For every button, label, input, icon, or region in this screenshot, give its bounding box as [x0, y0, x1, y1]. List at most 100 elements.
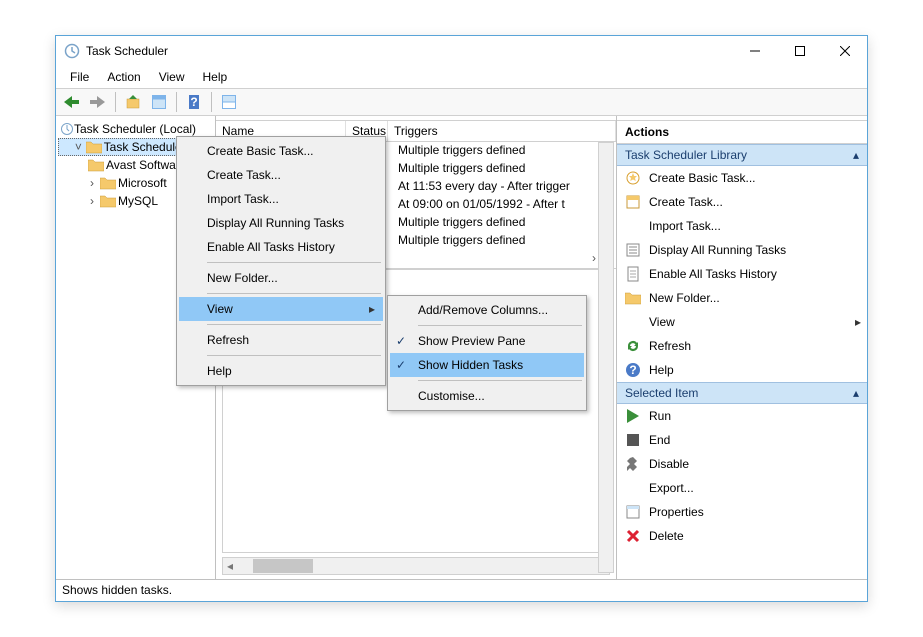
action-new-folder[interactable]: New Folder...	[617, 286, 867, 310]
panel-button[interactable]	[147, 90, 171, 114]
action-label: Properties	[649, 505, 704, 519]
none-icon	[625, 314, 641, 330]
ctx-view[interactable]: View ▸ Add/Remove Columns... ✓Show Previ…	[179, 297, 383, 321]
disable-icon	[625, 456, 641, 472]
action-import-task[interactable]: Import Task...	[617, 214, 867, 238]
action-display-all-running-tasks[interactable]: Display All Running Tasks	[617, 238, 867, 262]
task-scheduler-window: Task Scheduler File Action View Help ? T…	[55, 35, 868, 602]
sub-customise[interactable]: Customise...	[390, 384, 584, 408]
action-end[interactable]: End	[617, 428, 867, 452]
ctx-separator	[207, 293, 381, 294]
ctx-import-task[interactable]: Import Task...	[179, 187, 383, 211]
ctx-create-task[interactable]: Create Task...	[179, 163, 383, 187]
ctx-separator	[207, 262, 381, 263]
action-help[interactable]: ?Help	[617, 358, 867, 382]
task-row[interactable]: At 09:00 on 01/05/1992 - After t	[392, 196, 616, 214]
ctx-separator	[418, 325, 582, 326]
actions-section-header[interactable]: Selected Item ▴	[617, 382, 867, 404]
sub-show-preview-pane[interactable]: ✓Show Preview Pane	[390, 329, 584, 353]
maximize-button[interactable]	[777, 36, 822, 66]
col-triggers[interactable]: Triggers	[388, 121, 616, 141]
action-label: Refresh	[649, 339, 691, 353]
check-icon: ✓	[396, 358, 406, 372]
actions-panel: Actions Task Scheduler Library ▴ Create …	[617, 116, 867, 579]
action-refresh[interactable]: Refresh	[617, 334, 867, 358]
action-enable-all-tasks-history[interactable]: Enable All Tasks History	[617, 262, 867, 286]
menu-help[interactable]: Help	[195, 68, 236, 86]
ctx-enable-history[interactable]: Enable All Tasks History	[179, 235, 383, 259]
task-row[interactable]: Multiple triggers defined	[392, 232, 616, 250]
folder-icon	[88, 158, 104, 172]
ctx-create-basic-task[interactable]: Create Basic Task...	[179, 139, 383, 163]
actions-section-header[interactable]: Task Scheduler Library ▴	[617, 144, 867, 166]
ctx-separator	[418, 380, 582, 381]
horizontal-scrollbar[interactable]: ◂ ▸	[222, 557, 610, 575]
action-label: Import Task...	[649, 219, 721, 233]
up-button[interactable]	[121, 90, 145, 114]
ctx-display-running[interactable]: Display All Running Tasks	[179, 211, 383, 235]
action-properties[interactable]: Properties	[617, 500, 867, 524]
scroll-thumb[interactable]	[253, 559, 313, 573]
none-icon	[625, 480, 641, 496]
task-row[interactable]: Multiple triggers defined	[392, 214, 616, 232]
help-icon: ?	[625, 362, 641, 378]
help-button[interactable]: ?	[182, 90, 206, 114]
stop-icon	[625, 432, 641, 448]
action-label: Display All Running Tasks	[649, 243, 786, 257]
vertical-scrollbar[interactable]	[598, 142, 614, 573]
action-run[interactable]: Run	[617, 404, 867, 428]
expand-icon[interactable]: ›	[86, 194, 98, 208]
context-menu: Create Basic Task... Create Task... Impo…	[176, 136, 386, 386]
action-label: View	[649, 315, 675, 329]
action-create-task[interactable]: Create Task...	[617, 190, 867, 214]
task-row[interactable]: Multiple triggers defined	[392, 160, 616, 178]
window-title: Task Scheduler	[86, 44, 732, 58]
action-delete[interactable]: Delete	[617, 524, 867, 548]
actions-title: Actions	[617, 120, 867, 144]
none-icon	[625, 218, 641, 234]
menu-view[interactable]: View	[151, 68, 193, 86]
tree-item-label: Microsoft	[118, 176, 167, 190]
tree-panel: Task Scheduler (Local) ˅ Task Scheduler …	[56, 116, 216, 579]
ctx-new-folder[interactable]: New Folder...	[179, 266, 383, 290]
action-label: Create Basic Task...	[649, 171, 756, 185]
collapse-icon[interactable]: ˅	[73, 140, 84, 154]
scroll-left-icon[interactable]: ◂	[223, 559, 237, 573]
folder-icon	[86, 140, 102, 154]
action-create-basic-task[interactable]: Create Basic Task...	[617, 166, 867, 190]
expand-icon[interactable]: ›	[86, 176, 98, 190]
action-label: Enable All Tasks History	[649, 267, 777, 281]
check-icon: ✓	[396, 334, 406, 348]
folder-icon	[100, 176, 116, 190]
action-label: Create Task...	[649, 195, 723, 209]
tree-item-label: Avast Software	[106, 158, 186, 172]
ctx-help[interactable]: Help	[179, 359, 383, 383]
tree-root-label: Task Scheduler (Local)	[74, 122, 196, 136]
collapse-icon: ▴	[853, 148, 859, 162]
menu-action[interactable]: Action	[99, 68, 148, 86]
menu-file[interactable]: File	[62, 68, 97, 86]
panel2-button[interactable]	[217, 90, 241, 114]
minimize-button[interactable]	[732, 36, 777, 66]
more-indicator[interactable]: ›	[392, 250, 616, 268]
close-button[interactable]	[822, 36, 867, 66]
play-icon	[625, 408, 641, 424]
task-row[interactable]: At 11:53 every day - After trigger	[392, 178, 616, 196]
toolbar-separator	[115, 92, 116, 112]
toolbar-separator	[211, 92, 212, 112]
action-disable[interactable]: Disable	[617, 452, 867, 476]
action-view[interactable]: View ▸	[617, 310, 867, 334]
submenu-arrow-icon: ▸	[855, 315, 861, 329]
sub-show-hidden-tasks[interactable]: ✓Show Hidden Tasks	[390, 353, 584, 377]
back-button[interactable]	[60, 90, 84, 114]
ctx-separator	[207, 355, 381, 356]
action-label: End	[649, 433, 670, 447]
task-row[interactable]: Multiple triggers defined	[392, 142, 616, 160]
action-label: Delete	[649, 529, 684, 543]
ctx-refresh[interactable]: Refresh	[179, 328, 383, 352]
svg-text:?: ?	[629, 363, 636, 377]
action-export[interactable]: Export...	[617, 476, 867, 500]
sub-add-remove-columns[interactable]: Add/Remove Columns...	[390, 298, 584, 322]
forward-button[interactable]	[86, 90, 110, 114]
star-icon	[625, 170, 641, 186]
